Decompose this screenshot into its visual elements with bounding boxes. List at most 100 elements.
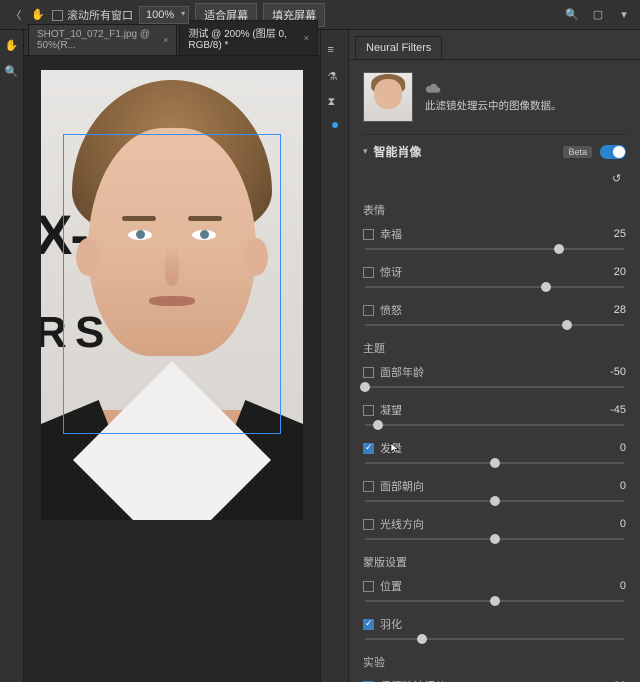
cloud-icon	[425, 82, 441, 94]
share-icon[interactable]: ▢	[590, 7, 606, 23]
slider-track[interactable]	[365, 600, 624, 602]
slider-value: -50	[610, 366, 626, 378]
face-thumbnail[interactable]	[363, 72, 413, 122]
slider-age: 面部年龄 -50	[363, 364, 626, 388]
slider-checkbox[interactable]	[363, 405, 374, 416]
back-icon[interactable]: 〈	[8, 7, 24, 23]
group-label: 蒙版设置	[363, 554, 626, 570]
slider-label: 发量	[380, 440, 402, 456]
search-icon[interactable]: 🔍	[564, 7, 580, 23]
slider-track[interactable]	[365, 500, 624, 502]
slider-knob[interactable]	[490, 596, 500, 606]
slider-value: 0	[620, 580, 626, 592]
slider-track[interactable]	[365, 424, 624, 426]
slider-surprise: 惊讶 20	[363, 264, 626, 288]
slider-track[interactable]	[365, 462, 624, 464]
slider-label: 愤怒	[380, 302, 402, 318]
slider-knob[interactable]	[360, 382, 370, 392]
beta-badge: Beta	[563, 146, 592, 158]
panel-tabs: Neural Filters	[349, 30, 640, 60]
slider-value: 0	[620, 480, 626, 492]
chevron-down-icon: ▾	[363, 146, 368, 157]
slider-checkbox[interactable]	[363, 481, 374, 492]
workspace-dropdown-icon[interactable]: ▾	[616, 7, 632, 23]
slider-knob[interactable]	[562, 320, 572, 330]
neural-filters-panel: ≡ ⚗ ⧗ Neural Filters 此滤镜处理云中的图像数据。 ▾ 智能肖…	[320, 30, 640, 682]
active-filter-dot-icon[interactable]	[332, 122, 338, 128]
slider-knob[interactable]	[490, 496, 500, 506]
panel-strip: ≡ ⚗ ⧗	[321, 30, 349, 682]
slider-happy: 幸福 25	[363, 226, 626, 250]
group-label: 主题	[363, 340, 626, 356]
slider-track[interactable]	[365, 638, 624, 640]
hand-tool[interactable]: ✋	[3, 36, 21, 54]
slider-checkbox[interactable]	[363, 229, 374, 240]
canvas-area: SHOT_10_072_F1.jpg @ 50%(R...× 测试 @ 200%…	[24, 30, 320, 682]
slider-value: 20	[614, 266, 626, 278]
slider-checkbox[interactable]	[363, 619, 374, 630]
slider-label: 惊讶	[380, 264, 402, 280]
tab-test[interactable]: 测试 @ 200% (图层 0, RGB/8) * ×	[179, 20, 318, 55]
slider-value: 0	[620, 518, 626, 530]
viewport[interactable]: X- R S	[24, 56, 320, 682]
slider-track[interactable]	[365, 538, 624, 540]
hand-tool-icon[interactable]: ✋	[30, 7, 46, 23]
canvas-image: X- R S	[41, 70, 303, 520]
group-label: 实验	[363, 654, 626, 670]
slider-value: -45	[610, 404, 626, 416]
slider-label: 面部朝向	[380, 478, 424, 494]
slider-label: 光线方向	[380, 516, 424, 532]
slider-label: 位置	[380, 578, 402, 594]
slider-knob[interactable]	[554, 244, 564, 254]
slider-track[interactable]	[365, 324, 624, 326]
all-filters-icon[interactable]: ≡	[328, 44, 342, 58]
slider-label: 幸福	[380, 226, 402, 242]
slider-label: 凝望	[380, 402, 402, 418]
scroll-all-checkbox[interactable]: 滚动所有窗口	[52, 7, 133, 23]
tab-label: 测试 @ 200% (图层 0, RGB/8) *	[188, 25, 299, 51]
zoom-dropdown[interactable]: 100%	[139, 6, 189, 24]
slider-checkbox[interactable]	[363, 581, 374, 592]
slider-track[interactable]	[365, 386, 624, 388]
slider-detail: 保留独特细节90	[363, 678, 626, 682]
slider-gaze: 凝望 -45	[363, 402, 626, 426]
slider-value: 28	[614, 304, 626, 316]
zoom-tool[interactable]: 🔍	[3, 62, 21, 80]
slider-checkbox[interactable]	[363, 267, 374, 278]
slider-value: 25	[614, 228, 626, 240]
slider-checkbox[interactable]	[363, 367, 374, 378]
tab-shot[interactable]: SHOT_10_072_F1.jpg @ 50%(R...×	[28, 24, 177, 55]
slider-knob[interactable]	[490, 458, 500, 468]
cloud-message: 此滤镜处理云中的图像数据。	[425, 98, 562, 113]
section-header-smart-portrait[interactable]: ▾ 智能肖像 Beta	[363, 134, 626, 168]
slider-label: 面部年龄	[380, 364, 424, 380]
slider-label: 羽化	[380, 616, 402, 632]
slider-knob[interactable]	[373, 420, 383, 430]
beaker-icon[interactable]: ⚗	[328, 70, 342, 84]
slider-knob[interactable]	[541, 282, 551, 292]
filter-toggle[interactable]	[600, 145, 626, 159]
slider-knob[interactable]	[417, 634, 427, 644]
slider-track[interactable]	[365, 286, 624, 288]
slider-value: 0	[620, 442, 626, 454]
section-title: 智能肖像	[374, 143, 564, 160]
slider-checkbox[interactable]	[363, 519, 374, 530]
slider-light: 光线方向 0	[363, 516, 626, 540]
wait-list-icon[interactable]: ⧗	[328, 96, 342, 110]
close-icon[interactable]: ×	[163, 35, 168, 45]
bg-text-bottom: R S	[41, 308, 102, 358]
panel-scroll[interactable]: ▾ 智能肖像 Beta ↺ 表情 幸福25惊讶20愤怒28主题面部年龄-50凝望…	[349, 134, 640, 682]
slider-pos_s: 位置 0	[363, 578, 626, 602]
tab-neural-filters[interactable]: Neural Filters	[355, 36, 442, 59]
slider-knob[interactable]	[490, 534, 500, 544]
close-icon[interactable]: ×	[304, 33, 309, 43]
slider-label: 保留独特细节	[380, 678, 446, 682]
reset-icon[interactable]: ↺	[612, 172, 626, 186]
slider-head: 面部朝向 0	[363, 478, 626, 502]
scroll-all-label: 滚动所有窗口	[67, 10, 133, 22]
preview-row: 此滤镜处理云中的图像数据。	[349, 60, 640, 134]
slider-checkbox[interactable]	[363, 443, 374, 454]
slider-anger: 愤怒 28	[363, 302, 626, 326]
slider-track[interactable]	[365, 248, 624, 250]
slider-checkbox[interactable]	[363, 305, 374, 316]
